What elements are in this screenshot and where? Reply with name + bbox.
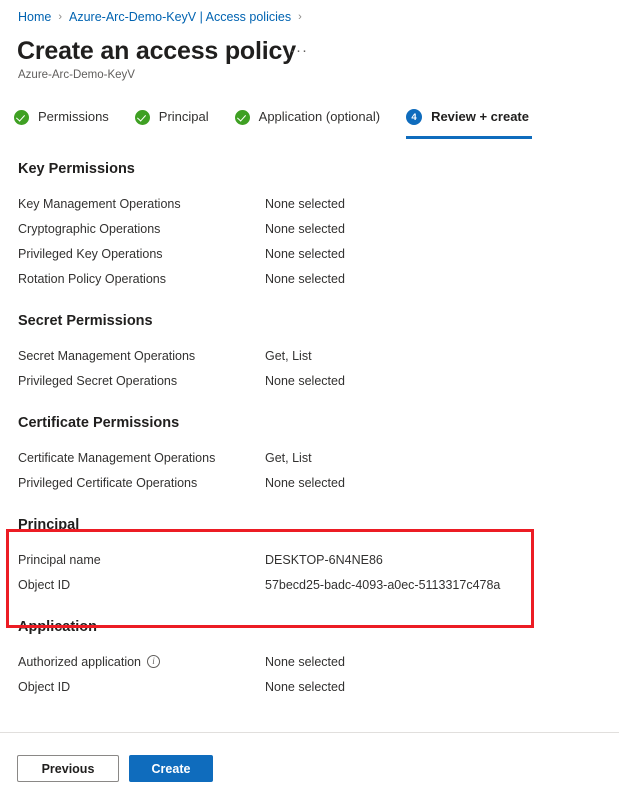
footer-divider <box>0 732 619 733</box>
row-label: Key Management Operations <box>18 196 181 211</box>
row-label: Object ID <box>18 679 71 694</box>
section-rows: Authorized application i None selected O… <box>0 636 619 699</box>
footer-actions: Previous Create <box>17 755 213 782</box>
row-certificate-management-operations: Certificate Management Operations Get, L… <box>0 445 619 470</box>
row-label: Privileged Certificate Operations <box>18 475 198 490</box>
row-principal-name: Principal name DESKTOP-6N4NE86 <box>0 547 619 572</box>
row-key-management-operations: Key Management Operations None selected <box>0 191 619 216</box>
tab-active-underline <box>406 136 532 139</box>
tab-application-label: Application (optional) <box>258 109 381 124</box>
create-button[interactable]: Create <box>129 755 213 782</box>
breadcrumb: Home › Azure-Arc-Demo-KeyV | Access poli… <box>18 9 309 25</box>
row-value: None selected <box>265 679 345 694</box>
section-title: Application <box>18 619 97 635</box>
section-rows: Certificate Management Operations Get, L… <box>0 432 619 495</box>
check-circle-icon <box>14 109 29 125</box>
row-value: None selected <box>265 221 345 236</box>
tab-permissions[interactable]: Permissions <box>14 104 109 130</box>
page-title: Create an access policy <box>17 37 296 65</box>
row-label-text: Authorized application <box>18 654 141 669</box>
row-cryptographic-operations: Cryptographic Operations None selected <box>0 216 619 241</box>
check-circle-icon <box>134 109 150 125</box>
info-icon[interactable]: i <box>147 655 160 668</box>
row-label: Certificate Management Operations <box>18 450 216 465</box>
row-label: Authorized application i <box>18 654 265 670</box>
row-principal-object-id: Object ID 57becd25-badc-4093-a0ec-511331… <box>0 572 619 597</box>
row-secret-management-operations: Secret Management Operations Get, List <box>0 343 619 368</box>
breadcrumb-separator-icon: › <box>58 11 63 23</box>
create-access-policy-page: Home › Azure-Arc-Demo-KeyV | Access poli… <box>0 0 619 795</box>
row-rotation-policy-operations: Rotation Policy Operations None selected <box>0 266 619 291</box>
row-value: None selected <box>265 246 345 261</box>
row-privileged-secret-operations: Privileged Secret Operations None select… <box>0 368 619 393</box>
number-badge-icon: 4 <box>406 109 423 125</box>
row-label: Privileged Secret Operations <box>18 373 178 388</box>
check-circle-icon <box>234 109 250 125</box>
row-label: Cryptographic Operations <box>18 221 161 236</box>
breadcrumb-item-home[interactable]: Home <box>18 9 51 25</box>
breadcrumb-separator-icon: › <box>298 11 302 23</box>
row-value: Get, List <box>265 348 312 363</box>
section-certificate-permissions: Certificate Permissions Certificate Mana… <box>0 414 619 495</box>
section-rows: Key Management Operations None selected … <box>0 178 619 291</box>
section-title: Certificate Permissions <box>18 415 180 431</box>
row-authorized-application: Authorized application i None selected <box>0 649 619 674</box>
section-secret-permissions: Secret Permissions Secret Management Ope… <box>0 312 619 393</box>
section-application: Application Authorized application i Non… <box>0 618 619 699</box>
section-rows: Secret Management Operations Get, List P… <box>0 330 619 393</box>
row-label: Object ID <box>18 577 71 592</box>
row-privileged-key-operations: Privileged Key Operations None selected <box>0 241 619 266</box>
row-value: DESKTOP-6N4NE86 <box>265 552 383 567</box>
more-options-icon[interactable]: ··· <box>290 43 308 58</box>
previous-button[interactable]: Previous <box>17 755 119 782</box>
section-title: Secret Permissions <box>18 313 153 329</box>
wizard-tabs: Permissions Principal Application (optio… <box>14 104 555 140</box>
section-title: Principal <box>18 517 80 533</box>
tab-principal-label: Principal <box>158 109 209 124</box>
row-application-object-id: Object ID None selected <box>0 674 619 699</box>
row-value: None selected <box>265 654 345 669</box>
section-key-permissions: Key Permissions Key Management Operation… <box>0 160 619 291</box>
row-label: Rotation Policy Operations <box>18 271 166 286</box>
row-label: Principal name <box>18 552 101 567</box>
row-value: None selected <box>265 373 345 388</box>
review-content: Key Permissions Key Management Operation… <box>0 160 619 699</box>
row-label: Secret Management Operations <box>18 348 196 363</box>
row-value: Get, List <box>265 450 312 465</box>
tab-permissions-label: Permissions <box>38 109 109 124</box>
tab-review-create-label: Review + create <box>431 109 529 124</box>
page-subtitle: Azure-Arc-Demo-KeyV <box>18 69 135 81</box>
row-value: None selected <box>265 271 345 286</box>
section-principal: Principal Principal name DESKTOP-6N4NE86… <box>0 516 619 597</box>
row-privileged-certificate-operations: Privileged Certificate Operations None s… <box>0 470 619 495</box>
section-rows: Principal name DESKTOP-6N4NE86 Object ID… <box>0 534 619 597</box>
tab-principal[interactable]: Principal <box>134 104 209 130</box>
row-value: None selected <box>265 196 345 211</box>
tab-application[interactable]: Application (optional) <box>234 104 381 130</box>
tab-review-create[interactable]: 4 Review + create <box>406 104 532 139</box>
section-title: Key Permissions <box>18 161 135 177</box>
row-label: Privileged Key Operations <box>18 246 163 261</box>
row-value: 57becd25-badc-4093-a0ec-5113317c478a <box>265 577 501 592</box>
row-value: None selected <box>265 475 345 490</box>
breadcrumb-item-keyvault-access-policies[interactable]: Azure-Arc-Demo-KeyV | Access policies <box>69 9 291 25</box>
